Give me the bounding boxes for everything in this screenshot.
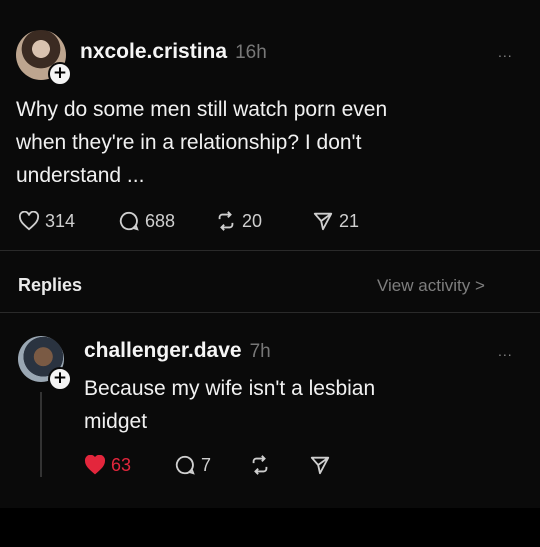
like-button[interactable]: 314 xyxy=(18,210,118,232)
repost-icon xyxy=(252,455,268,475)
reply-text: Because my wife isn't a lesbian midget xyxy=(84,372,514,438)
repost-count: 20 xyxy=(242,210,263,231)
share-button[interactable] xyxy=(309,454,349,476)
share-button[interactable]: 21 xyxy=(312,210,392,232)
replies-title: Replies xyxy=(18,275,83,295)
repost-button[interactable]: 20 xyxy=(215,210,312,232)
post-text-line: when they're in a relationship? I don't xyxy=(16,131,362,154)
repost-icon xyxy=(218,211,234,231)
post-actions: 314 688 20 21 xyxy=(18,210,392,232)
reply-header: challenger.dave 7h xyxy=(84,339,271,363)
share-count: 21 xyxy=(339,210,360,231)
post-username[interactable]: nxcole.cristina xyxy=(80,40,227,64)
reply-time: 7h xyxy=(249,341,271,362)
divider xyxy=(0,312,540,313)
share-icon xyxy=(313,212,333,231)
thread-line xyxy=(40,392,42,477)
post-more-icon[interactable]: ... xyxy=(498,44,513,60)
comment-count: 7 xyxy=(201,454,212,475)
repost-button[interactable] xyxy=(249,454,309,476)
like-button[interactable]: 63 xyxy=(84,454,174,476)
post-text-line: Why do some men still watch porn even xyxy=(16,98,388,121)
post-header: nxcole.cristina 16h xyxy=(80,40,267,64)
view-activity-link[interactable]: View activity > xyxy=(377,276,485,296)
like-count: 314 xyxy=(45,210,76,231)
post-text-line: understand ... xyxy=(16,164,145,187)
follow-plus-icon[interactable]: + xyxy=(48,367,72,391)
comment-icon xyxy=(119,211,139,231)
comment-count: 688 xyxy=(145,210,176,231)
heart-icon xyxy=(84,455,106,475)
bottom-bar xyxy=(0,508,540,547)
reply-more-icon[interactable]: ... xyxy=(498,343,513,359)
reply-username[interactable]: challenger.dave xyxy=(84,339,242,363)
reply-actions: 63 7 xyxy=(84,454,349,476)
heart-icon xyxy=(18,211,40,231)
like-count: 63 xyxy=(111,454,132,475)
share-icon xyxy=(310,456,330,475)
comment-button[interactable]: 7 xyxy=(174,454,249,476)
comment-button[interactable]: 688 xyxy=(118,210,215,232)
comment-icon xyxy=(175,455,195,475)
divider xyxy=(0,250,540,251)
reply-text-line: Because my wife isn't a lesbian xyxy=(84,377,376,400)
post-text: Why do some men still watch porn even wh… xyxy=(16,93,516,192)
follow-plus-icon[interactable]: + xyxy=(48,62,72,86)
reply-text-line: midget xyxy=(84,410,148,433)
post-time: 16h xyxy=(235,42,267,63)
